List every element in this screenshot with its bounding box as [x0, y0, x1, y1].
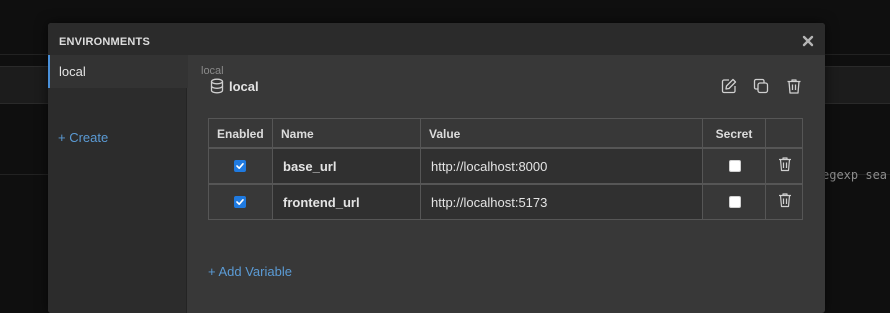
secret-checkbox[interactable]	[729, 160, 741, 172]
delete-variable-icon[interactable]	[778, 156, 794, 173]
header-name: Name	[281, 127, 314, 141]
modal-title: ENVIRONMENTS	[59, 36, 151, 48]
add-variable-link[interactable]: + Add Variable	[208, 264, 292, 279]
variable-value-field[interactable]: http://localhost:5173	[420, 184, 703, 220]
enabled-checkbox[interactable]	[234, 196, 246, 208]
environment-title: local	[229, 79, 259, 94]
duplicate-icon[interactable]	[752, 77, 770, 95]
header-secret: Secret	[715, 127, 753, 141]
database-icon	[210, 78, 224, 94]
variable-name: frontend_url	[283, 195, 360, 210]
secret-checkbox[interactable]	[729, 196, 741, 208]
variable-name-field[interactable]: frontend_url	[272, 184, 421, 220]
environments-modal: ENVIRONMENTS local + Create local local	[48, 23, 825, 313]
close-icon[interactable]	[802, 34, 814, 47]
variable-name-field[interactable]: base_url	[272, 148, 421, 184]
environment-sidebar: local + Create	[48, 55, 188, 313]
table-header: Enabled Name Value Secret	[208, 118, 803, 148]
table-row: frontend_url http://localhost:5173	[208, 184, 803, 220]
sidebar-item-label: local	[59, 64, 86, 79]
table-row: base_url http://localhost:8000	[208, 148, 803, 184]
header-enabled: Enabled	[217, 127, 264, 141]
header-value: Value	[429, 127, 461, 141]
variable-value: http://localhost:8000	[431, 159, 548, 174]
enabled-checkbox[interactable]	[234, 160, 246, 172]
edit-icon[interactable]	[720, 77, 738, 95]
variables-table: Enabled Name Value Secret base_url http:…	[208, 118, 803, 220]
variable-name: base_url	[283, 159, 337, 174]
delete-variable-icon[interactable]	[778, 192, 794, 209]
breadcrumb: local	[201, 65, 224, 77]
environment-detail: local local Enabled Name Value Secret ba…	[187, 55, 825, 313]
create-environment-link[interactable]: + Create	[58, 130, 108, 145]
background-regex-text: egexp sea	[822, 168, 888, 182]
sidebar-item-local[interactable]: local	[48, 55, 188, 88]
variable-value: http://localhost:5173	[431, 195, 548, 210]
trash-icon[interactable]	[785, 77, 803, 95]
modal-header: ENVIRONMENTS	[48, 23, 825, 55]
variable-value-field[interactable]: http://localhost:8000	[420, 148, 703, 184]
